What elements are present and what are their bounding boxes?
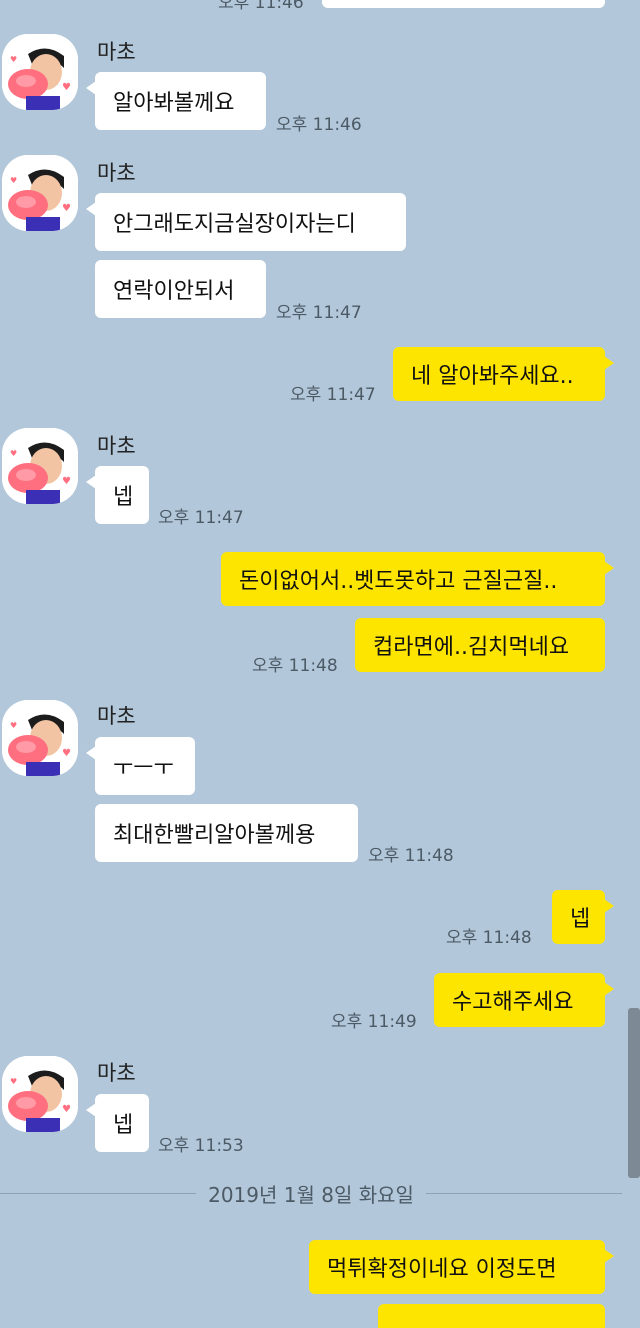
message-time: 오후 11:48	[446, 928, 532, 948]
message-bubble-incoming[interactable]: 안그래도지금실장이자는디	[86, 193, 406, 251]
svg-text:♥: ♥	[62, 748, 71, 759]
message-time: 오후 11:48	[368, 846, 454, 866]
date-label: 2019년 1월 8일 화요일	[208, 1182, 414, 1207]
message-bubble-incoming[interactable]: 넵	[86, 1094, 149, 1152]
sender-name: 마초	[97, 1061, 136, 1085]
message-bubble-incoming[interactable]: 최대한빨리알아볼께용	[95, 804, 358, 862]
message-bubble-outgoing[interactable]: 넵	[552, 890, 614, 944]
message-bubble-incoming[interactable]: 연락이안되서	[95, 260, 266, 318]
sender-name: 마초	[97, 40, 136, 64]
message-bubble-outgoing[interactable]: 먹튀확정이네요 이정도면	[309, 1240, 614, 1294]
separator-line	[0, 1192, 197, 1194]
message-bubble-outgoing[interactable]: 컵라면에..김치먹네요	[355, 618, 605, 672]
message-bubble-outgoing[interactable]: 수고해주세요	[434, 973, 614, 1027]
message-bubble-outgoing[interactable]: 돈이없어서..벳도못하고 근질근질..	[221, 552, 614, 606]
avatar[interactable]: ♥ ♥	[2, 155, 78, 231]
message-time: 오후 11:48	[252, 656, 338, 676]
svg-text:♥: ♥	[62, 82, 71, 93]
sender-name: 마초	[97, 161, 136, 185]
message-time: 오후 11:49	[331, 1012, 417, 1032]
scrollbar-thumb[interactable]	[628, 1008, 640, 1178]
message-time: 오후 11:53	[158, 1136, 244, 1156]
message-bubble-incoming[interactable]: 넵	[86, 466, 149, 524]
message-time: 오후 11:46	[218, 0, 304, 13]
svg-text:♥: ♥	[10, 55, 17, 64]
message-time: 오후 11:46	[276, 115, 362, 135]
avatar[interactable]: ♥ ♥	[2, 1056, 78, 1132]
svg-text:♥: ♥	[62, 476, 71, 487]
avatar[interactable]: ♥ ♥	[2, 428, 78, 504]
message-time: 오후 11:47	[290, 385, 376, 405]
message-bubble-outgoing[interactable]: 네 알아봐주세요..	[393, 347, 614, 401]
svg-text:♥: ♥	[62, 203, 71, 214]
date-separator: 2019년 1월 8일 화요일	[0, 1178, 623, 1208]
avatar[interactable]: ♥ ♥	[2, 700, 78, 776]
sender-name: 마초	[97, 434, 136, 458]
svg-text:♥: ♥	[10, 176, 17, 185]
message-bubble-incoming[interactable]: 알아봐볼께요	[86, 72, 266, 130]
message-bubble-incoming[interactable]: ㅜㅡㅜ	[86, 737, 195, 795]
separator-line	[425, 1192, 623, 1194]
svg-text:♥: ♥	[62, 1104, 71, 1115]
message-bubble-outgoing-partial[interactable]	[378, 1304, 605, 1328]
message-time: 오후 11:47	[276, 303, 362, 323]
svg-text:♥: ♥	[10, 721, 17, 730]
svg-text:♥: ♥	[10, 449, 17, 458]
message-bubble-partial[interactable]	[322, 0, 605, 8]
sender-name: 마초	[97, 704, 136, 728]
svg-text:♥: ♥	[10, 1077, 17, 1086]
message-time: 오후 11:47	[158, 508, 244, 528]
avatar[interactable]: ♥ ♥	[2, 34, 78, 110]
